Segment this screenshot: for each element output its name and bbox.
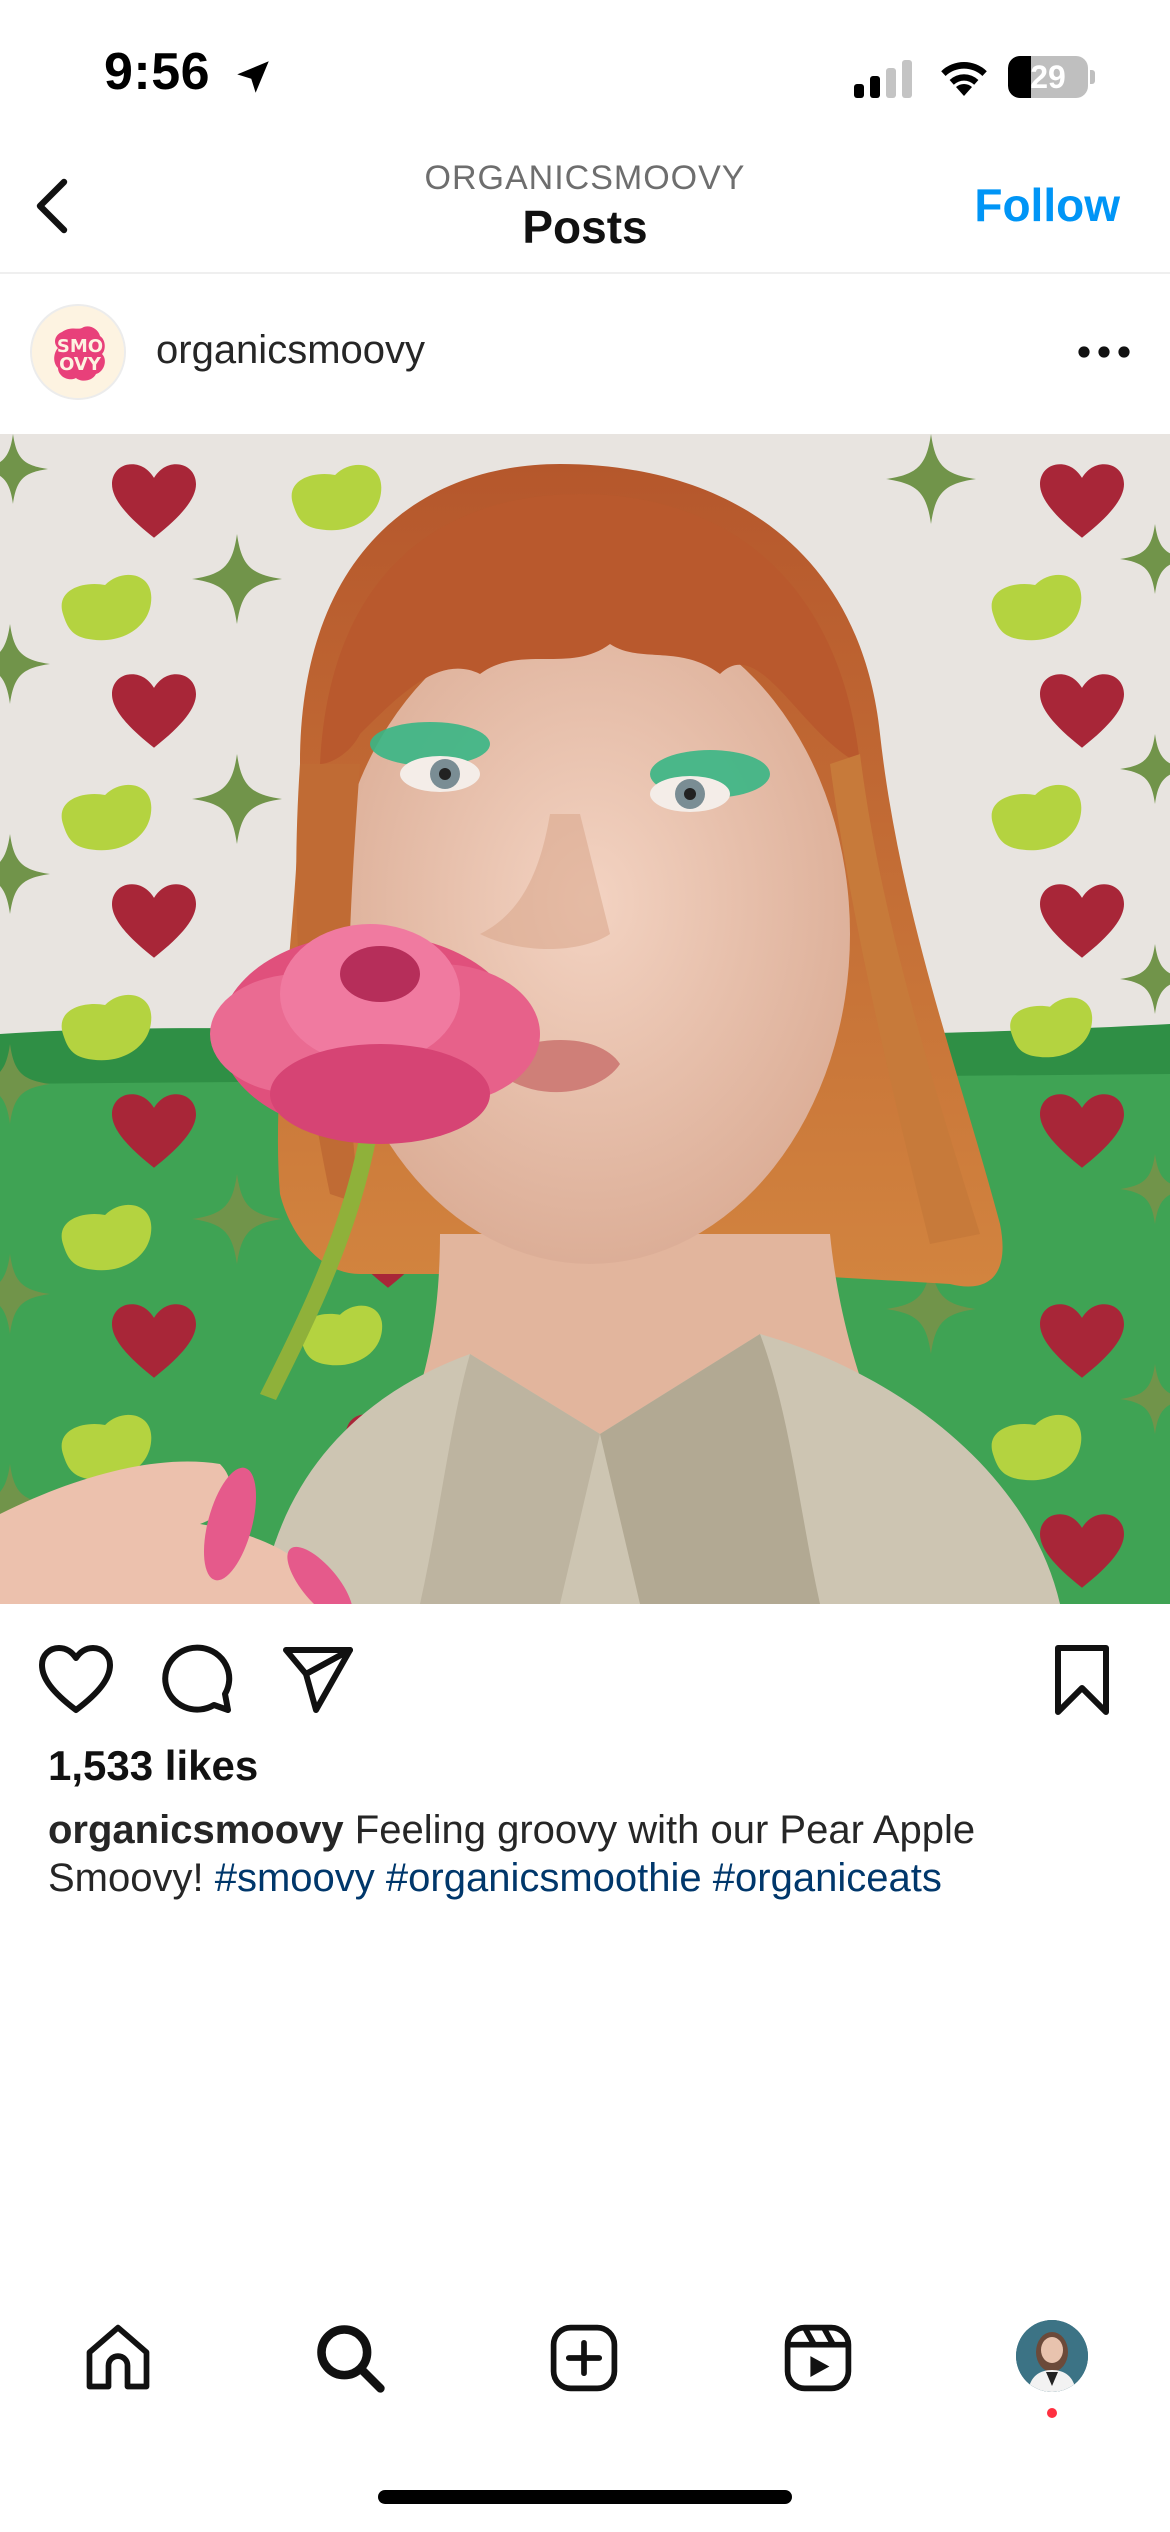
status-bar: 9:56 29 [0, 0, 1170, 150]
caption-username[interactable]: organicsmoovy [48, 1808, 344, 1852]
post-username[interactable]: organicsmoovy [156, 328, 425, 373]
create-post-icon[interactable] [546, 2320, 622, 2396]
svg-text:OVY: OVY [59, 354, 102, 375]
profile-photo [1016, 2320, 1088, 2392]
notification-dot [1047, 2408, 1057, 2418]
follow-button[interactable]: Follow [974, 178, 1120, 232]
post-caption: organicsmoovy Feeling groovy with our Pe… [48, 1806, 1128, 1902]
smoovy-logo: SMO OVY [32, 306, 124, 398]
reels-icon[interactable] [780, 2320, 856, 2396]
share-icon[interactable] [278, 1640, 358, 1720]
post-header: SMO OVY organicsmoovy [0, 276, 1170, 434]
bottom-tab-bar [0, 2300, 1170, 2418]
hashtag-link[interactable]: #organicsmoothie [386, 1856, 702, 1900]
hashtag-link[interactable]: #organiceats [713, 1856, 942, 1900]
wifi-icon [941, 62, 987, 96]
more-options-icon[interactable] [1072, 328, 1136, 376]
post-actions [0, 1604, 1170, 1754]
header-titles: ORGANICSMOOVY Posts [285, 156, 885, 254]
page-title: Posts [522, 201, 648, 253]
avatar[interactable]: SMO OVY [30, 304, 126, 400]
heart-icon[interactable] [36, 1640, 116, 1720]
post-photo[interactable] [0, 434, 1170, 1604]
bookmark-icon[interactable] [1042, 1640, 1122, 1720]
back-arrow-icon[interactable] [20, 170, 92, 242]
comment-icon[interactable] [156, 1640, 236, 1720]
battery-icon: 29 [1008, 56, 1088, 98]
header-account-name: ORGANICSMOOVY [424, 159, 746, 197]
hashtag-link[interactable]: #smoovy [215, 1856, 375, 1900]
home-indicator [378, 2490, 792, 2504]
instagram-post-screen: 9:56 29 ORGANICSMOOVY Posts Follow SMO O… [0, 0, 1170, 2532]
profile-avatar[interactable] [1016, 2320, 1088, 2392]
cellular-signal-icon [854, 60, 912, 98]
likes-count[interactable]: 1,533 likes [48, 1742, 258, 1790]
battery-cap [1090, 70, 1095, 84]
status-time: 9:56 [104, 43, 211, 101]
search-icon[interactable] [312, 2320, 388, 2396]
battery-level: 29 [1030, 59, 1066, 95]
home-icon[interactable] [80, 2320, 156, 2396]
post-photo-illustration [0, 434, 1170, 1604]
location-arrow-icon [237, 61, 269, 93]
posts-header: ORGANICSMOOVY Posts Follow [0, 150, 1170, 274]
